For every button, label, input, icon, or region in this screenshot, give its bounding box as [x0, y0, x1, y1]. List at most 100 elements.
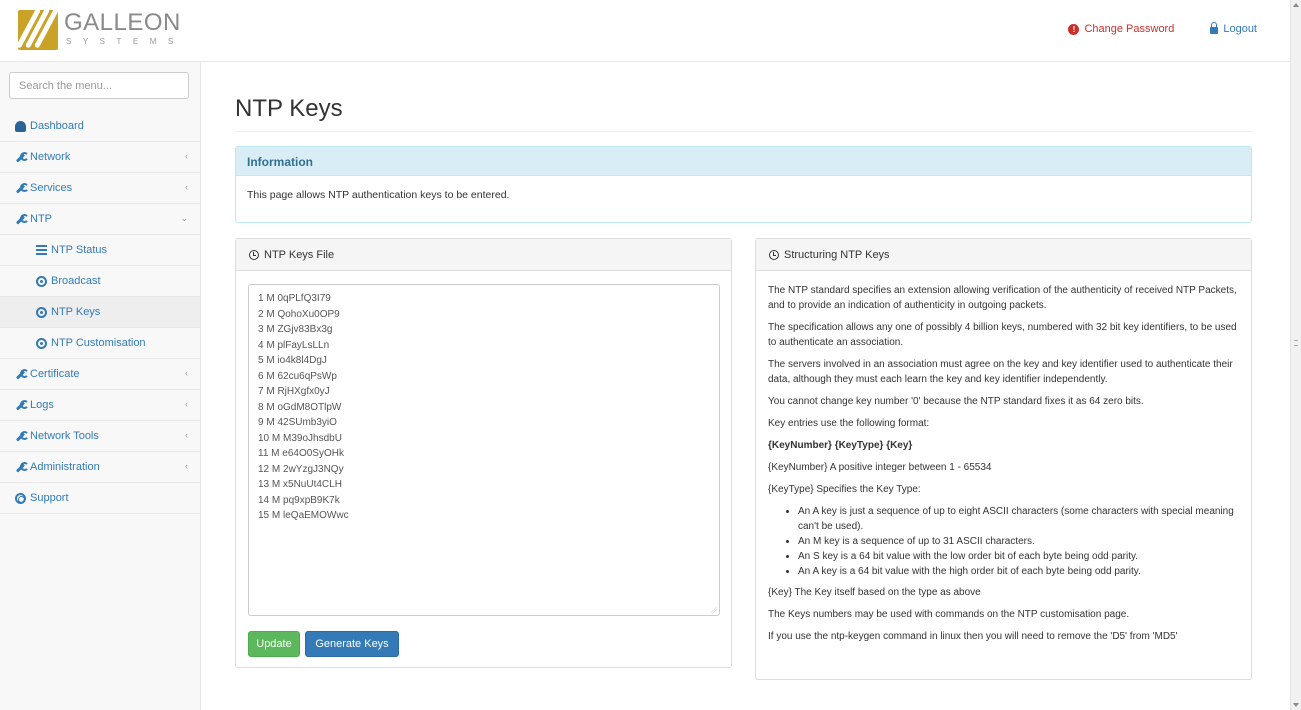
- keys-file-title: NTP Keys File: [264, 248, 335, 261]
- wrench-icon: [15, 399, 29, 411]
- galleon-logo[interactable]: GALLEON SYSTEMS: [18, 9, 181, 50]
- chevron-left-icon: ‹: [185, 430, 188, 440]
- wrench-icon: [15, 182, 29, 194]
- key-line: 11 M e64O0SyOHk: [258, 448, 344, 459]
- sidebar-item-label: NTP: [30, 213, 52, 225]
- key-line: 14 M pq9xpB9K7k: [258, 494, 340, 506]
- sidebar-item-label: Administration: [30, 461, 100, 473]
- scroll-up-icon[interactable]: [1293, 3, 1299, 7]
- key-line: 9 M 42SUmb3yiO: [258, 417, 337, 428]
- key-line: 7 M RjHXgfx0yJ: [258, 386, 330, 397]
- sidebar-search: [9, 72, 189, 99]
- resize-handle-icon[interactable]: [710, 606, 717, 613]
- logo-sails-icon: [18, 10, 58, 50]
- page-scrollbar[interactable]: [1290, 0, 1301, 710]
- sidebar-item-label: Network: [30, 151, 71, 163]
- sidebar-item-logs[interactable]: Logs ‹: [0, 390, 200, 421]
- key-line: 10 M M39oJhsdbU: [258, 432, 342, 444]
- information-text: This page allows NTP authentication keys…: [247, 189, 510, 201]
- sidebar-item-administration[interactable]: Administration ‹: [0, 452, 200, 483]
- header-links: ! Change Password Logout: [1068, 22, 1257, 35]
- sidebar-item-label: Logs: [30, 399, 54, 411]
- information-heading: Information: [236, 147, 1251, 176]
- key-line: 4 M plFayLsLLn: [258, 339, 330, 351]
- key-type-item: An A key is just a sequence of up to eig…: [798, 504, 1242, 534]
- struct-paragraph: The servers involved in an association m…: [768, 359, 1233, 385]
- sidebar-item-label: Support: [30, 492, 69, 504]
- chevron-left-icon: ‹: [185, 368, 188, 378]
- title-divider: [235, 131, 1252, 132]
- sidebar-item-label: Dashboard: [30, 120, 84, 132]
- struct-paragraph: The NTP standard specifies an extension …: [768, 285, 1237, 311]
- key-line: 8 M oGdM8OTlpW: [258, 401, 342, 413]
- ntp-keys-textarea[interactable]: 1 M 0qPLfQ3I79 2 M QohoXu0OP9 3 M ZGjv83Bx…: [248, 284, 720, 616]
- wrench-icon: [15, 213, 29, 225]
- sidebar: Dashboard Network ‹ Services ‹ NTP ⌄ NTP Status…: [0, 62, 201, 710]
- key-line: 12 M 2wYzgJ3NQy: [258, 463, 344, 475]
- change-password-label: Change Password: [1084, 23, 1175, 35]
- chevron-left-icon: ‹: [185, 151, 188, 161]
- logout-link[interactable]: Logout: [1210, 22, 1257, 35]
- logo-text: GALLEON: [64, 9, 181, 36]
- structuring-title: Structuring NTP Keys: [784, 248, 890, 261]
- key-format: {KeyNumber} {KeyType} {Key}: [768, 440, 913, 451]
- key-line: 6 M 62cu6qPsWp: [258, 370, 337, 382]
- globe-icon: [36, 275, 47, 287]
- sidebar-item-ntp[interactable]: NTP ⌄: [0, 204, 200, 235]
- key-type-item: An A key is a 64 bit value with the high…: [798, 564, 1242, 579]
- sidebar-item-ntp-keys[interactable]: NTP Keys: [0, 297, 200, 328]
- sidebar-menu: Dashboard Network ‹ Services ‹ NTP ⌄ NTP Status…: [0, 111, 200, 514]
- clock-icon: [769, 249, 779, 260]
- sidebar-item-services[interactable]: Services ‹: [0, 173, 200, 204]
- keys-file-heading: NTP Keys File: [236, 239, 731, 271]
- sidebar-item-network-tools[interactable]: Network Tools ‹: [0, 421, 200, 452]
- logo-subtext: SYSTEMS: [66, 37, 185, 46]
- clock-icon: [249, 249, 259, 260]
- struct-paragraph: {KeyNumber} A positive integer between 1…: [768, 462, 992, 473]
- information-panel: Information This page allows NTP authent…: [235, 146, 1252, 223]
- globe-icon: [36, 337, 47, 349]
- sidebar-item-label: NTP Customisation: [51, 337, 146, 349]
- chevron-left-icon: ‹: [185, 461, 188, 471]
- main-content: NTP Keys Information This page allows NT…: [201, 62, 1290, 710]
- list-icon: [36, 244, 47, 256]
- menu-search-input[interactable]: [9, 72, 189, 99]
- sidebar-item-label: NTP Status: [51, 244, 108, 256]
- structuring-heading: Structuring NTP Keys: [756, 239, 1251, 271]
- change-password-link[interactable]: ! Change Password: [1068, 23, 1174, 35]
- chevron-left-icon: ‹: [185, 182, 188, 192]
- sidebar-item-label: Broadcast: [51, 275, 101, 287]
- support-icon: [15, 492, 26, 504]
- key-line: 5 M io4k8l4DgJ: [258, 355, 327, 366]
- struct-paragraph: If you use the ntp-keygen command in lin…: [768, 631, 1178, 642]
- top-header: GALLEON SYSTEMS ! Change Password Logout: [0, 0, 1290, 62]
- structuring-keys-panel: Structuring NTP Keys The NTP standard sp…: [755, 238, 1252, 680]
- lock-icon: [1210, 22, 1219, 34]
- sidebar-item-network[interactable]: Network ‹: [0, 142, 200, 173]
- sidebar-item-ntp-customisation[interactable]: NTP Customisation: [0, 328, 200, 359]
- sidebar-item-certificate[interactable]: Certificate ‹: [0, 359, 200, 390]
- key-line: 3 M ZGjv83Bx3g: [258, 324, 333, 335]
- struct-paragraph: You cannot change key number '0' because…: [768, 396, 1144, 407]
- key-type-list: An A key is just a sequence of up to eig…: [784, 504, 1242, 579]
- scroll-down-icon[interactable]: [1293, 703, 1299, 707]
- generate-keys-button[interactable]: Generate Keys: [305, 631, 399, 657]
- sidebar-item-label: Services: [30, 182, 73, 194]
- chevron-down-icon: ⌄: [180, 213, 188, 223]
- key-type-item: An M key is a sequence of up to 31 ASCII…: [798, 534, 1242, 549]
- key-line: 15 M leQaEMOWwc: [258, 510, 349, 521]
- key-line: 13 M x5NuUt4CLH: [258, 479, 342, 490]
- key-line: 2 M QohoXu0OP9: [258, 308, 340, 320]
- sidebar-item-support[interactable]: Support: [0, 483, 200, 514]
- sidebar-item-ntp-status[interactable]: NTP Status: [0, 235, 200, 266]
- update-button[interactable]: Update: [248, 631, 300, 657]
- wrench-icon: [15, 461, 29, 473]
- sidebar-item-broadcast[interactable]: Broadcast: [0, 266, 200, 297]
- page-title: NTP Keys: [235, 95, 343, 122]
- sidebar-item-label: Certificate: [30, 368, 80, 380]
- sidebar-item-dashboard[interactable]: Dashboard: [0, 111, 200, 142]
- struct-paragraph: Key entries use the following format:: [768, 418, 930, 429]
- structuring-text: The NTP standard specifies an extension …: [768, 283, 1242, 651]
- struct-paragraph: The specification allows any one of poss…: [768, 322, 1237, 348]
- scroll-grip-icon[interactable]: [1294, 340, 1298, 346]
